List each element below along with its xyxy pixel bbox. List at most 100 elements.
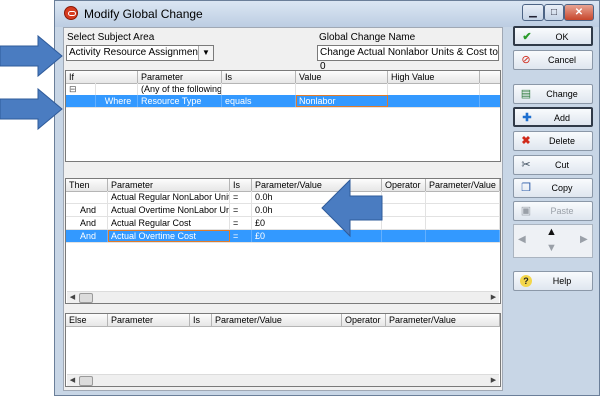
- copy-icon: ❐: [521, 182, 531, 194]
- if-row-high-value[interactable]: [388, 95, 480, 107]
- close-button[interactable]: ✕: [564, 4, 594, 21]
- scroll-right-icon[interactable]: ▶: [488, 292, 499, 303]
- if-row-parameter[interactable]: (Any of the following): [138, 83, 222, 95]
- then-row-is[interactable]: =: [230, 230, 252, 242]
- scissors-icon: ✂: [521, 159, 531, 171]
- window-title: Modify Global Change: [84, 7, 203, 21]
- if-row-parameter[interactable]: Resource Type: [138, 95, 222, 107]
- subject-area-label: Select Subject Area: [67, 32, 155, 43]
- global-change-name-value: Change Actual Nonlabor Units & Cost to 0: [320, 47, 498, 72]
- collapse-icon[interactable]: ⊟: [66, 83, 96, 95]
- global-change-name-input[interactable]: Change Actual Nonlabor Units & Cost to 0: [317, 45, 499, 72]
- if-col-header[interactable]: If: [66, 71, 138, 83]
- scroll-thumb[interactable]: [79, 293, 93, 303]
- callout-arrow-icon: [0, 87, 63, 131]
- then-row-parameter[interactable]: Actual Overtime Cost: [108, 230, 230, 242]
- help-button[interactable]: ? Help: [513, 271, 593, 291]
- then-grid-row[interactable]: Actual Regular NonLabor Units = 0.0h: [66, 191, 500, 204]
- dialog-body: Select Subject Area Activity Resource As…: [63, 27, 503, 391]
- parameter-col-header[interactable]: Parameter: [108, 179, 230, 191]
- then-row-parameter[interactable]: Actual Regular Cost: [108, 217, 230, 229]
- is-col-header[interactable]: Is: [230, 179, 252, 191]
- parameter-col-header[interactable]: Parameter: [108, 314, 190, 326]
- then-row-is[interactable]: =: [230, 204, 252, 216]
- else-grid-header: Else Parameter Is Parameter/Value Operat…: [66, 314, 500, 327]
- chevron-down-icon[interactable]: ▼: [198, 46, 213, 60]
- operator-col-header[interactable]: Operator: [382, 179, 426, 191]
- subject-area-select[interactable]: Activity Resource Assignments ▼: [66, 45, 214, 61]
- paste-icon: ▣: [520, 205, 532, 217]
- if-row-connector: Where: [96, 95, 138, 107]
- then-row-value-2[interactable]: [426, 230, 500, 242]
- then-grid-row-selected[interactable]: And Actual Overtime Cost = £0: [66, 230, 500, 243]
- subject-area-value: Activity Resource Assignments: [69, 47, 206, 58]
- delete-icon: ✖: [521, 135, 531, 147]
- move-right-icon[interactable]: ▶: [580, 234, 588, 245]
- move-up-icon[interactable]: ▲: [546, 226, 557, 238]
- scroll-left-icon[interactable]: ◀: [67, 375, 78, 386]
- if-row-high-value[interactable]: [388, 83, 480, 95]
- then-row-operator[interactable]: [382, 204, 426, 216]
- delete-button[interactable]: ✖ Delete: [513, 131, 593, 151]
- callout-arrow-icon: [0, 34, 63, 78]
- parameter-value-col-header[interactable]: Parameter/Value: [212, 314, 342, 326]
- value-col-header[interactable]: Value: [296, 71, 388, 83]
- scroll-thumb[interactable]: [79, 376, 93, 386]
- cancel-icon: ⊘: [521, 54, 531, 66]
- move-down-icon[interactable]: ▼: [546, 242, 557, 254]
- then-row-connector: And: [66, 204, 108, 216]
- high-value-col-header[interactable]: High Value: [388, 71, 480, 83]
- is-col-header[interactable]: Is: [222, 71, 296, 83]
- then-row-operator[interactable]: [382, 191, 426, 203]
- then-row-value-2[interactable]: [426, 191, 500, 203]
- then-row-connector: And: [66, 217, 108, 229]
- else-actions-grid: Else Parameter Is Parameter/Value Operat…: [65, 313, 501, 387]
- then-row-connector: And: [66, 230, 108, 242]
- then-row-operator[interactable]: [382, 217, 426, 229]
- oracle-logo-icon: [64, 6, 78, 20]
- if-row-indent: [66, 95, 96, 107]
- scroll-left-icon[interactable]: ◀: [67, 292, 78, 303]
- maximize-button[interactable]: □: [544, 4, 564, 21]
- if-grid-row-selected[interactable]: Where Resource Type equals Nonlabor: [66, 95, 500, 108]
- if-row-value[interactable]: [296, 83, 388, 95]
- help-icon: ?: [520, 275, 532, 287]
- title-bar: Modify Global Change ▁ □ ✕: [55, 1, 599, 27]
- parameter-value-2-col-header[interactable]: Parameter/Value: [426, 179, 500, 191]
- then-row-is[interactable]: =: [230, 191, 252, 203]
- then-row-is[interactable]: =: [230, 217, 252, 229]
- move-arrows-pad: ◀ ▲ ▼ ▶: [513, 224, 593, 258]
- else-grid-hscrollbar[interactable]: ◀ ▶: [67, 374, 499, 386]
- change-icon: ▤: [520, 88, 532, 100]
- change-button[interactable]: ▤ Change: [513, 84, 593, 104]
- if-row-is[interactable]: [222, 83, 296, 95]
- if-row-is[interactable]: equals: [222, 95, 296, 107]
- minimize-button[interactable]: ▁: [522, 4, 544, 21]
- then-col-header[interactable]: Then: [66, 179, 108, 191]
- then-row-value-2[interactable]: [426, 204, 500, 216]
- ok-button[interactable]: ✔ OK: [513, 26, 593, 46]
- then-grid-row[interactable]: And Actual Overtime NonLabor Units = 0.0…: [66, 204, 500, 217]
- is-col-header[interactable]: Is: [190, 314, 212, 326]
- then-grid-hscrollbar[interactable]: ◀ ▶: [67, 291, 499, 303]
- move-left-icon[interactable]: ◀: [518, 234, 526, 245]
- else-col-header[interactable]: Else: [66, 314, 108, 326]
- if-row-value[interactable]: Nonlabor: [296, 95, 388, 107]
- then-row-value-2[interactable]: [426, 217, 500, 229]
- parameter-col-header[interactable]: Parameter: [138, 71, 222, 83]
- then-grid-row[interactable]: And Actual Regular Cost = £0: [66, 217, 500, 230]
- then-row-parameter[interactable]: Actual Regular NonLabor Units: [108, 191, 230, 203]
- if-row-connector: [96, 83, 138, 95]
- parameter-value-2-col-header[interactable]: Parameter/Value: [386, 314, 500, 326]
- operator-col-header[interactable]: Operator: [342, 314, 386, 326]
- callout-arrow-icon: [321, 178, 383, 238]
- scroll-right-icon[interactable]: ▶: [488, 375, 499, 386]
- then-row-parameter[interactable]: Actual Overtime NonLabor Units: [108, 204, 230, 216]
- copy-button[interactable]: ❐ Copy: [513, 178, 593, 198]
- add-button[interactable]: ✚ Add: [513, 107, 593, 127]
- cut-button[interactable]: ✂ Cut: [513, 155, 593, 175]
- then-row-operator[interactable]: [382, 230, 426, 242]
- paste-button[interactable]: ▣ Paste: [513, 201, 593, 221]
- then-row-connector: [66, 191, 108, 203]
- cancel-button[interactable]: ⊘ Cancel: [513, 50, 593, 70]
